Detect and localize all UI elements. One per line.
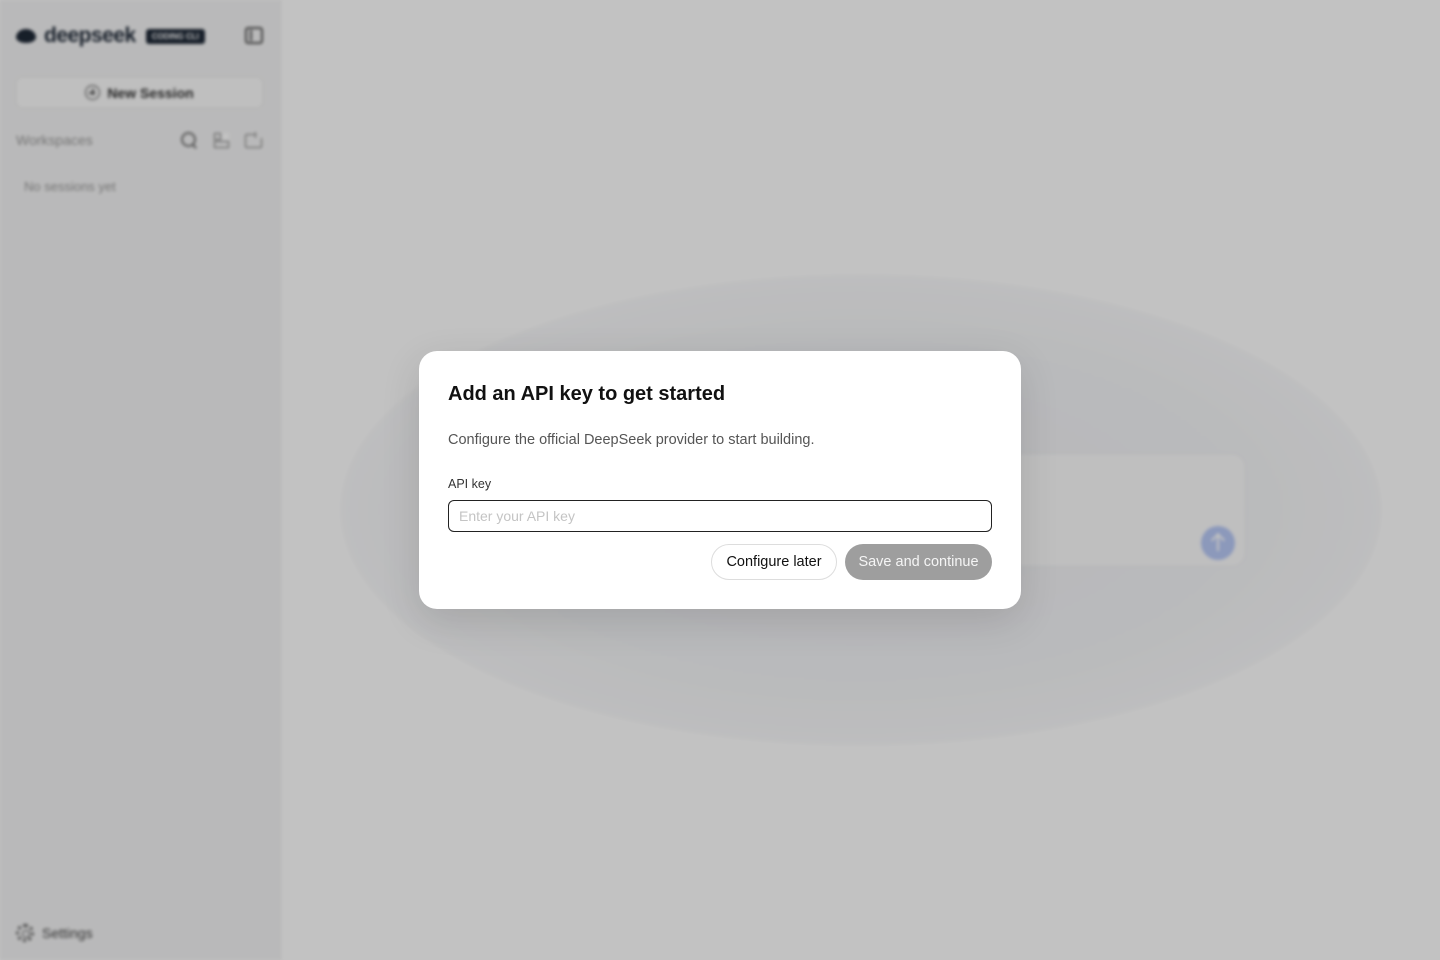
api-key-label: API key [448, 477, 492, 491]
api-key-dialog: Add an API key to get started Configure … [419, 351, 1021, 609]
configure-later-button[interactable]: Configure later [711, 544, 837, 580]
api-key-input[interactable] [448, 500, 992, 532]
dialog-title: Add an API key to get started [448, 383, 726, 405]
dialog-description: Configure the official DeepSeek provider… [448, 432, 815, 448]
save-and-continue-button[interactable]: Save and continue [845, 544, 992, 580]
